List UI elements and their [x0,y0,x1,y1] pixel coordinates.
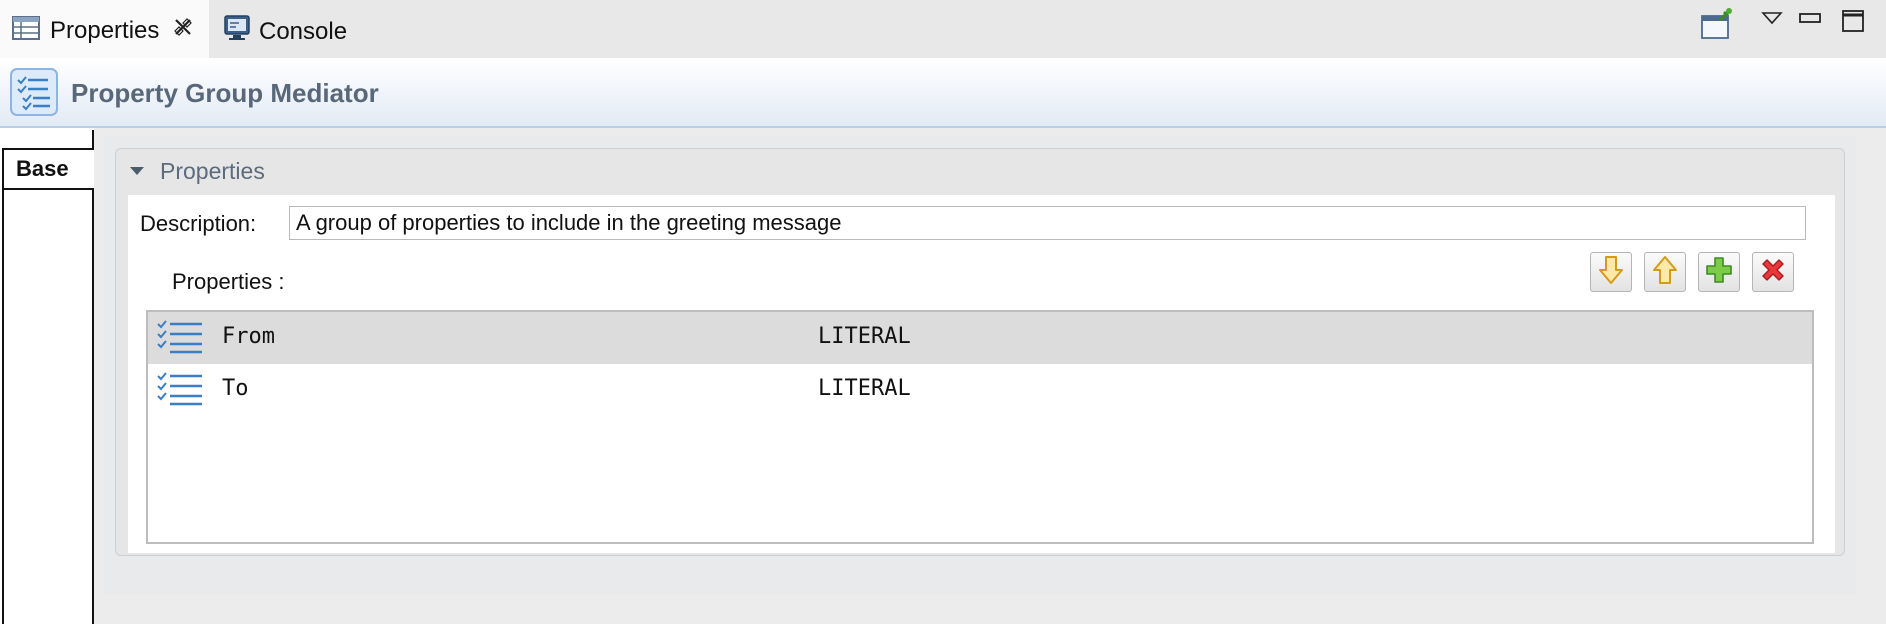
console-monitor-icon [223,14,251,49]
section-header[interactable]: Properties [116,149,1844,195]
tab-console-label: Console [259,18,348,45]
table-row[interactable]: From LITERAL [148,312,1812,364]
properties-label: Properties : [172,269,285,294]
tab-console[interactable]: Console [209,0,359,58]
minimize-icon[interactable] [1799,12,1821,30]
properties-table-icon [12,16,40,47]
property-type-cell: LITERAL [818,324,911,349]
move-up-button[interactable] [1644,252,1686,292]
red-x-icon [1759,256,1787,289]
arrow-up-icon [1652,255,1678,290]
delete-button[interactable] [1752,252,1794,292]
property-group-icon [10,68,58,116]
tab-properties[interactable]: Properties [0,0,209,58]
tab-properties-label: Properties [50,17,160,44]
description-field[interactable] [289,206,1806,240]
close-icon[interactable] [172,16,194,44]
property-name-cell: To [222,376,249,401]
view-menu-icon[interactable] [1761,10,1783,31]
property-name-cell: From [222,324,275,349]
table-row[interactable]: To LITERAL [148,364,1812,416]
tab-divider [92,188,94,624]
properties-header: Property Group Mediator [0,58,1886,128]
move-down-button[interactable] [1590,252,1632,292]
tab-divider [2,148,4,624]
section-tab-base[interactable]: Base [16,156,69,182]
property-checklist-icon [156,370,206,415]
tab-divider [4,148,94,150]
property-checklist-icon [156,318,206,363]
section-tab-list: Base [0,128,94,624]
page-title: Property Group Mediator [71,78,379,108]
view-tab-bar: Properties Console [0,0,1886,58]
properties-table[interactable]: From LITERAL To LITERAL [146,310,1814,544]
description-label: Description: [140,211,257,236]
tab-divider [92,130,94,148]
pin-view-icon[interactable] [1700,8,1734,45]
section-title: Properties [160,158,265,184]
collapse-triangle-icon[interactable] [130,167,144,175]
plus-icon [1705,256,1733,289]
tab-divider [4,188,94,190]
arrow-down-icon [1598,255,1624,290]
maximize-icon[interactable] [1842,10,1864,37]
property-type-cell: LITERAL [818,376,911,401]
add-button[interactable] [1698,252,1740,292]
